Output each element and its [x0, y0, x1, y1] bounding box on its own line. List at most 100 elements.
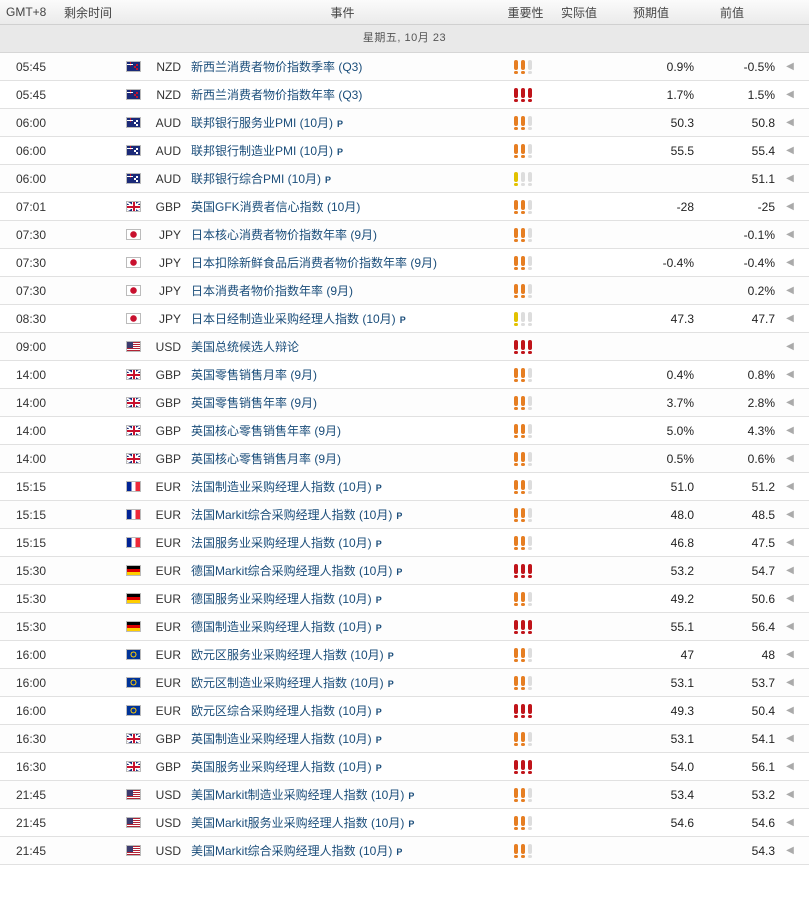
event-link[interactable]: 法国Markit综合采购经理人指数 (10月) P — [191, 506, 506, 523]
event-link[interactable]: 日本日经制造业采购经理人指数 (10月) P — [191, 310, 506, 327]
table-row[interactable]: 08:30 JPY 日本日经制造业采购经理人指数 (10月) P 47.3 47.7 ◀ — [0, 305, 809, 333]
table-row[interactable]: 15:30 EUR 德国制造业采购经理人指数 (10月) P 55.1 56.4 ◀ — [0, 613, 809, 641]
table-row[interactable]: 15:15 EUR 法国制造业采购经理人指数 (10月) P 51.0 51.2 ◀ — [0, 473, 809, 501]
exclamation-icon — [528, 451, 532, 466]
table-row[interactable]: 07:30 JPY 日本扣除新鲜食品后消费者物价指数年率 (9月) -0.4% -0.4… — [0, 249, 809, 277]
event-link[interactable]: 英国零售销售年率 (9月) — [191, 394, 506, 411]
table-row[interactable]: 06:00 AUD 联邦银行综合PMI (10月) P 51.1 ◀ — [0, 165, 809, 193]
chevron-left-icon[interactable]: ◀ — [775, 621, 805, 632]
importance-indicator — [506, 283, 554, 298]
event-link[interactable]: 英国服务业采购经理人指数 (10月) P — [191, 758, 506, 775]
event-time: 14:00 — [16, 367, 47, 382]
chevron-left-icon[interactable]: ◀ — [775, 845, 805, 856]
event-link[interactable]: 联邦银行综合PMI (10月) P — [191, 170, 506, 187]
chevron-left-icon[interactable]: ◀ — [775, 705, 805, 716]
table-row[interactable]: 15:15 EUR 法国Markit综合采购经理人指数 (10月) P 48.0 48.5… — [0, 501, 809, 529]
event-link[interactable]: 法国服务业采购经理人指数 (10月) P — [191, 534, 506, 551]
table-row[interactable]: 16:00 EUR 欧元区制造业采购经理人指数 (10月) P 53.1 53.7 ◀ — [0, 669, 809, 697]
event-link[interactable]: 联邦银行制造业PMI (10月) P — [191, 142, 506, 159]
chevron-left-icon[interactable]: ◀ — [775, 677, 805, 688]
chevron-left-icon[interactable]: ◀ — [775, 257, 805, 268]
chevron-left-icon[interactable]: ◀ — [775, 565, 805, 576]
importance-indicator — [506, 339, 554, 354]
event-link[interactable]: 英国GFK消费者信心指数 (10月) — [191, 198, 506, 215]
chevron-left-icon[interactable]: ◀ — [775, 817, 805, 828]
chevron-left-icon[interactable]: ◀ — [775, 789, 805, 800]
event-link[interactable]: 德国制造业采购经理人指数 (10月) P — [191, 618, 506, 635]
chevron-left-icon[interactable]: ◀ — [775, 453, 805, 464]
table-row[interactable]: 05:45 NZD 新西兰消费者物价指数年率 (Q3) 1.7% 1.5% ◀ — [0, 81, 809, 109]
table-row[interactable]: 06:00 AUD 联邦银行服务业PMI (10月) P 50.3 50.8 ◀ — [0, 109, 809, 137]
table-row[interactable]: 16:00 EUR 欧元区综合采购经理人指数 (10月) P 49.3 50.4 ◀ — [0, 697, 809, 725]
table-row[interactable]: 21:45 USD 美国Markit服务业采购经理人指数 (10月) P 54.6 54.… — [0, 809, 809, 837]
preliminary-icon: P — [375, 539, 382, 549]
table-row[interactable]: 07:30 JPY 日本核心消费者物价指数年率 (9月) -0.1% ◀ — [0, 221, 809, 249]
event-name: 日本消费者物价指数年率 (9月) — [191, 284, 354, 298]
event-link[interactable]: 英国制造业采购经理人指数 (10月) P — [191, 730, 506, 747]
chevron-left-icon[interactable]: ◀ — [775, 229, 805, 240]
event-link[interactable]: 法国制造业采购经理人指数 (10月) P — [191, 478, 506, 495]
timezone-header[interactable]: GMT+8 — [0, 5, 62, 19]
event-link[interactable]: 欧元区综合采购经理人指数 (10月) P — [191, 702, 506, 719]
event-link[interactable]: 新西兰消费者物价指数年率 (Q3) — [191, 86, 506, 103]
chevron-left-icon[interactable]: ◀ — [775, 313, 805, 324]
event-link[interactable]: 日本消费者物价指数年率 (9月) — [191, 282, 506, 299]
table-row[interactable]: 15:30 EUR 德国Markit综合采购经理人指数 (10月) P 53.2 54.7… — [0, 557, 809, 585]
chevron-left-icon[interactable]: ◀ — [775, 425, 805, 436]
chevron-left-icon[interactable]: ◀ — [775, 285, 805, 296]
table-row[interactable]: 21:45 USD 美国Markit综合采购经理人指数 (10月) P 54.3 ◀ — [0, 837, 809, 865]
event-link[interactable]: 英国零售销售月率 (9月) — [191, 366, 506, 383]
chevron-left-icon[interactable]: ◀ — [775, 509, 805, 520]
table-row[interactable]: 16:00 EUR 欧元区服务业采购经理人指数 (10月) P 47 48 ◀ — [0, 641, 809, 669]
chevron-left-icon[interactable]: ◀ — [775, 761, 805, 772]
event-link[interactable]: 德国Markit综合采购经理人指数 (10月) P — [191, 562, 506, 579]
table-row[interactable]: 09:00 USD 美国总统候选人辩论 ◀ — [0, 333, 809, 361]
chevron-left-icon[interactable]: ◀ — [775, 201, 805, 212]
table-row[interactable]: 15:30 EUR 德国服务业采购经理人指数 (10月) P 49.2 50.6 ◀ — [0, 585, 809, 613]
chevron-left-icon[interactable]: ◀ — [775, 369, 805, 380]
chevron-left-icon[interactable]: ◀ — [775, 649, 805, 660]
exclamation-icon — [521, 619, 525, 634]
table-row[interactable]: 16:30 GBP 英国服务业采购经理人指数 (10月) P 54.0 56.1 ◀ — [0, 753, 809, 781]
chevron-left-icon[interactable]: ◀ — [775, 61, 805, 72]
table-row[interactable]: 07:30 JPY 日本消费者物价指数年率 (9月) 0.2% ◀ — [0, 277, 809, 305]
table-row[interactable]: 05:45 NZD 新西兰消费者物价指数季率 (Q3) 0.9% -0.5% ◀ — [0, 53, 809, 81]
event-link[interactable]: 新西兰消费者物价指数季率 (Q3) — [191, 58, 506, 75]
table-row[interactable]: 07:01 GBP 英国GFK消费者信心指数 (10月) -28 -25 ◀ — [0, 193, 809, 221]
chevron-left-icon[interactable]: ◀ — [775, 397, 805, 408]
chevron-left-icon[interactable]: ◀ — [775, 733, 805, 744]
flag-us-icon — [126, 817, 141, 828]
chevron-left-icon[interactable]: ◀ — [775, 145, 805, 156]
chevron-left-icon[interactable]: ◀ — [775, 481, 805, 492]
table-row[interactable]: 06:00 AUD 联邦银行制造业PMI (10月) P 55.5 55.4 ◀ — [0, 137, 809, 165]
table-row[interactable]: 14:00 GBP 英国核心零售销售月率 (9月) 0.5% 0.6% ◀ — [0, 445, 809, 473]
event-link[interactable]: 美国Markit制造业采购经理人指数 (10月) P — [191, 786, 506, 803]
table-row[interactable]: 14:00 GBP 英国零售销售年率 (9月) 3.7% 2.8% ◀ — [0, 389, 809, 417]
event-link[interactable]: 日本扣除新鲜食品后消费者物价指数年率 (9月) — [191, 254, 506, 271]
event-link[interactable]: 美国总统候选人辩论 — [191, 338, 506, 355]
previous-value: 56.1 — [751, 759, 775, 774]
event-link[interactable]: 欧元区服务业采购经理人指数 (10月) P — [191, 646, 506, 663]
event-link[interactable]: 英国核心零售销售年率 (9月) — [191, 422, 506, 439]
table-row[interactable]: 14:00 GBP 英国零售销售月率 (9月) 0.4% 0.8% ◀ — [0, 361, 809, 389]
table-row[interactable]: 21:45 USD 美国Markit制造业采购经理人指数 (10月) P 53.4 53.… — [0, 781, 809, 809]
table-row[interactable]: 16:30 GBP 英国制造业采购经理人指数 (10月) P 53.1 54.1 ◀ — [0, 725, 809, 753]
chevron-left-icon[interactable]: ◀ — [775, 341, 805, 352]
event-link[interactable]: 美国Markit服务业采购经理人指数 (10月) P — [191, 814, 506, 831]
event-link[interactable]: 德国服务业采购经理人指数 (10月) P — [191, 590, 506, 607]
chevron-left-icon[interactable]: ◀ — [775, 593, 805, 604]
chevron-left-icon[interactable]: ◀ — [775, 537, 805, 548]
chevron-left-icon[interactable]: ◀ — [775, 89, 805, 100]
forecast-value: 54.0 — [670, 759, 694, 774]
table-row[interactable]: 14:00 GBP 英国核心零售销售年率 (9月) 5.0% 4.3% ◀ — [0, 417, 809, 445]
event-link[interactable]: 日本核心消费者物价指数年率 (9月) — [191, 226, 506, 243]
importance-indicator — [506, 87, 554, 102]
chevron-left-icon[interactable]: ◀ — [775, 173, 805, 184]
table-row[interactable]: 15:15 EUR 法国服务业采购经理人指数 (10月) P 46.8 47.5 ◀ — [0, 529, 809, 557]
event-link[interactable]: 欧元区制造业采购经理人指数 (10月) P — [191, 674, 506, 691]
exclamation-icon — [528, 815, 532, 830]
event-link[interactable]: 英国核心零售销售月率 (9月) — [191, 450, 506, 467]
event-link[interactable]: 联邦银行服务业PMI (10月) P — [191, 114, 506, 131]
event-link[interactable]: 美国Markit综合采购经理人指数 (10月) P — [191, 842, 506, 859]
chevron-left-icon[interactable]: ◀ — [775, 117, 805, 128]
